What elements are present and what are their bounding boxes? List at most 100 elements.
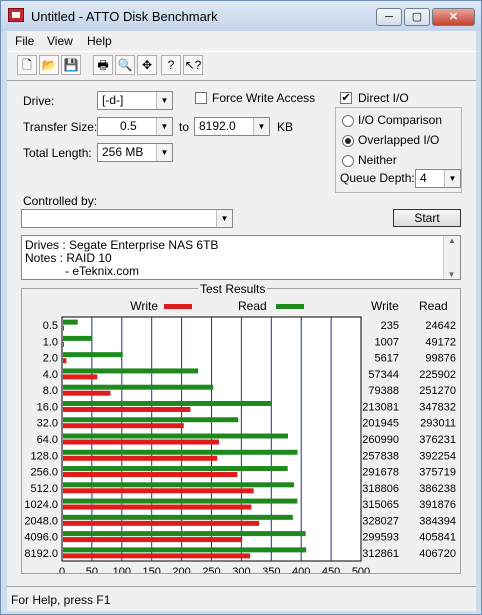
total-length-value: 256 MB bbox=[102, 145, 144, 159]
write-value-label: 79388 bbox=[368, 385, 399, 397]
y-tick-label: 1024.0 bbox=[24, 499, 58, 511]
transfer-from-value: 0.5 bbox=[120, 119, 137, 133]
queue-depth-select[interactable]: 4 ▼ bbox=[415, 169, 461, 188]
notes-scrollbar[interactable]: ▲ ▼ bbox=[443, 236, 460, 279]
x-tick-label: 0 bbox=[59, 566, 65, 573]
read-bar bbox=[63, 466, 288, 472]
menu-view[interactable]: View bbox=[47, 34, 73, 48]
menu-bar: File View Help bbox=[7, 31, 476, 51]
write-bar bbox=[63, 537, 243, 543]
read-bar bbox=[63, 547, 307, 553]
y-tick-label: 8192.0 bbox=[24, 548, 58, 560]
move-icon[interactable]: ✥ bbox=[137, 55, 157, 75]
transfer-to-select[interactable]: 8192.0 ▼ bbox=[194, 117, 270, 136]
read-bar bbox=[63, 417, 239, 423]
open-icon[interactable]: 📂 bbox=[39, 55, 59, 75]
x-tick-label: 500 bbox=[352, 566, 370, 573]
menu-help[interactable]: Help bbox=[87, 34, 112, 48]
menu-file[interactable]: File bbox=[15, 34, 34, 48]
x-tick-label: 200 bbox=[172, 566, 190, 573]
maximize-button[interactable]: ▢ bbox=[404, 8, 430, 26]
y-tick-label: 4.0 bbox=[43, 369, 58, 381]
chevron-down-icon[interactable]: ▼ bbox=[156, 118, 172, 135]
save-icon[interactable]: 💾 bbox=[61, 55, 81, 75]
write-value-label: 57344 bbox=[368, 369, 399, 381]
help-icon[interactable]: ? bbox=[161, 55, 181, 75]
chevron-down-icon[interactable]: ▼ bbox=[156, 144, 172, 161]
chevron-down-icon[interactable]: ▼ bbox=[444, 170, 460, 187]
read-bar bbox=[63, 531, 306, 537]
notes-textarea[interactable]: Drives : Segate Enterprise NAS 6TB Notes… bbox=[21, 235, 461, 280]
neither-label: Neither bbox=[358, 153, 397, 167]
context-help-icon[interactable]: ↖? bbox=[183, 55, 203, 75]
write-bar bbox=[63, 439, 220, 445]
read-value-label: 375719 bbox=[419, 467, 456, 479]
window-title: Untitled - ATTO Disk Benchmark bbox=[31, 9, 218, 24]
drive-label: Drive: bbox=[23, 94, 55, 108]
legend-write-swatch bbox=[164, 304, 192, 309]
write-value-label: 312861 bbox=[362, 548, 399, 560]
scroll-down-icon[interactable]: ▼ bbox=[444, 270, 459, 279]
legend-write-label: Write bbox=[130, 299, 158, 313]
chevron-down-icon[interactable]: ▼ bbox=[156, 92, 172, 109]
write-value-label: 299593 bbox=[362, 532, 399, 544]
y-tick-label: 1.0 bbox=[43, 336, 58, 348]
minimize-button[interactable]: ─ bbox=[376, 8, 402, 26]
start-button[interactable]: Start bbox=[393, 209, 461, 227]
io-comparison-radio[interactable] bbox=[342, 115, 354, 127]
transfer-from-select[interactable]: 0.5 ▼ bbox=[97, 117, 173, 136]
y-tick-label: 8.0 bbox=[43, 385, 58, 397]
transfer-size-label: Transfer Size: bbox=[23, 120, 98, 134]
test-results-group: Test Results 0 50 100 150 200 250 300 350 400 450… bbox=[21, 282, 461, 574]
print-icon[interactable]: 🖶 bbox=[93, 55, 113, 75]
direct-io-checkbox[interactable]: ✔ bbox=[340, 92, 352, 104]
read-bar bbox=[63, 514, 293, 520]
transfer-to-value: 8192.0 bbox=[199, 119, 236, 133]
scroll-up-icon[interactable]: ▲ bbox=[444, 236, 460, 245]
queue-depth-value: 4 bbox=[420, 171, 427, 185]
read-value-label: 49172 bbox=[425, 336, 456, 348]
read-bar bbox=[63, 352, 123, 358]
write-bar bbox=[63, 406, 191, 412]
drive-select[interactable]: [-d-] ▼ bbox=[97, 91, 173, 110]
write-bar bbox=[63, 504, 252, 510]
write-bar bbox=[63, 553, 251, 559]
drive-value: [-d-] bbox=[102, 93, 124, 107]
legend-read-swatch bbox=[276, 304, 304, 309]
x-tick-label: 50 bbox=[86, 566, 98, 573]
write-value-label: 291678 bbox=[362, 467, 399, 479]
chevron-down-icon[interactable]: ▼ bbox=[216, 210, 232, 227]
read-value-label: 392254 bbox=[419, 450, 456, 462]
new-icon[interactable]: 🗋 bbox=[17, 55, 37, 75]
controlled-by-select[interactable]: ▼ bbox=[21, 209, 233, 228]
read-column-header: Read bbox=[419, 299, 448, 313]
controlled-by-label: Controlled by: bbox=[23, 194, 98, 208]
y-tick-label: 0.5 bbox=[43, 320, 58, 332]
read-value-label: 376231 bbox=[419, 434, 456, 446]
x-tick-label: 300 bbox=[232, 566, 250, 573]
read-value-label: 386238 bbox=[419, 483, 456, 495]
read-value-label: 293011 bbox=[420, 418, 456, 430]
overlapped-io-radio[interactable] bbox=[342, 135, 354, 147]
force-write-checkbox[interactable] bbox=[195, 92, 207, 104]
write-value-label: 315065 bbox=[362, 499, 399, 511]
read-value-label: 347832 bbox=[419, 401, 456, 413]
write-bar bbox=[63, 472, 238, 478]
neither-radio[interactable] bbox=[342, 155, 354, 167]
y-tick-label: 512.0 bbox=[30, 483, 58, 495]
x-tick-label: 100 bbox=[113, 566, 131, 573]
y-tick-label: 2.0 bbox=[43, 353, 58, 365]
read-value-label: 384394 bbox=[419, 515, 456, 527]
read-bar bbox=[63, 400, 272, 406]
print-preview-icon[interactable]: 🔍 bbox=[115, 55, 135, 75]
x-tick-label: 350 bbox=[262, 566, 280, 573]
close-button[interactable]: ✕ bbox=[432, 8, 475, 26]
read-value-label: 251270 bbox=[419, 385, 456, 397]
read-bar bbox=[63, 384, 214, 390]
total-length-select[interactable]: 256 MB ▼ bbox=[97, 143, 173, 162]
x-tick-label: 250 bbox=[202, 566, 220, 573]
title-bar[interactable]: Untitled - ATTO Disk Benchmark ─ ▢ ✕ bbox=[1, 1, 481, 31]
chevron-down-icon[interactable]: ▼ bbox=[253, 118, 269, 135]
write-value-label: 235 bbox=[381, 320, 399, 332]
atto-app-icon bbox=[8, 8, 24, 22]
